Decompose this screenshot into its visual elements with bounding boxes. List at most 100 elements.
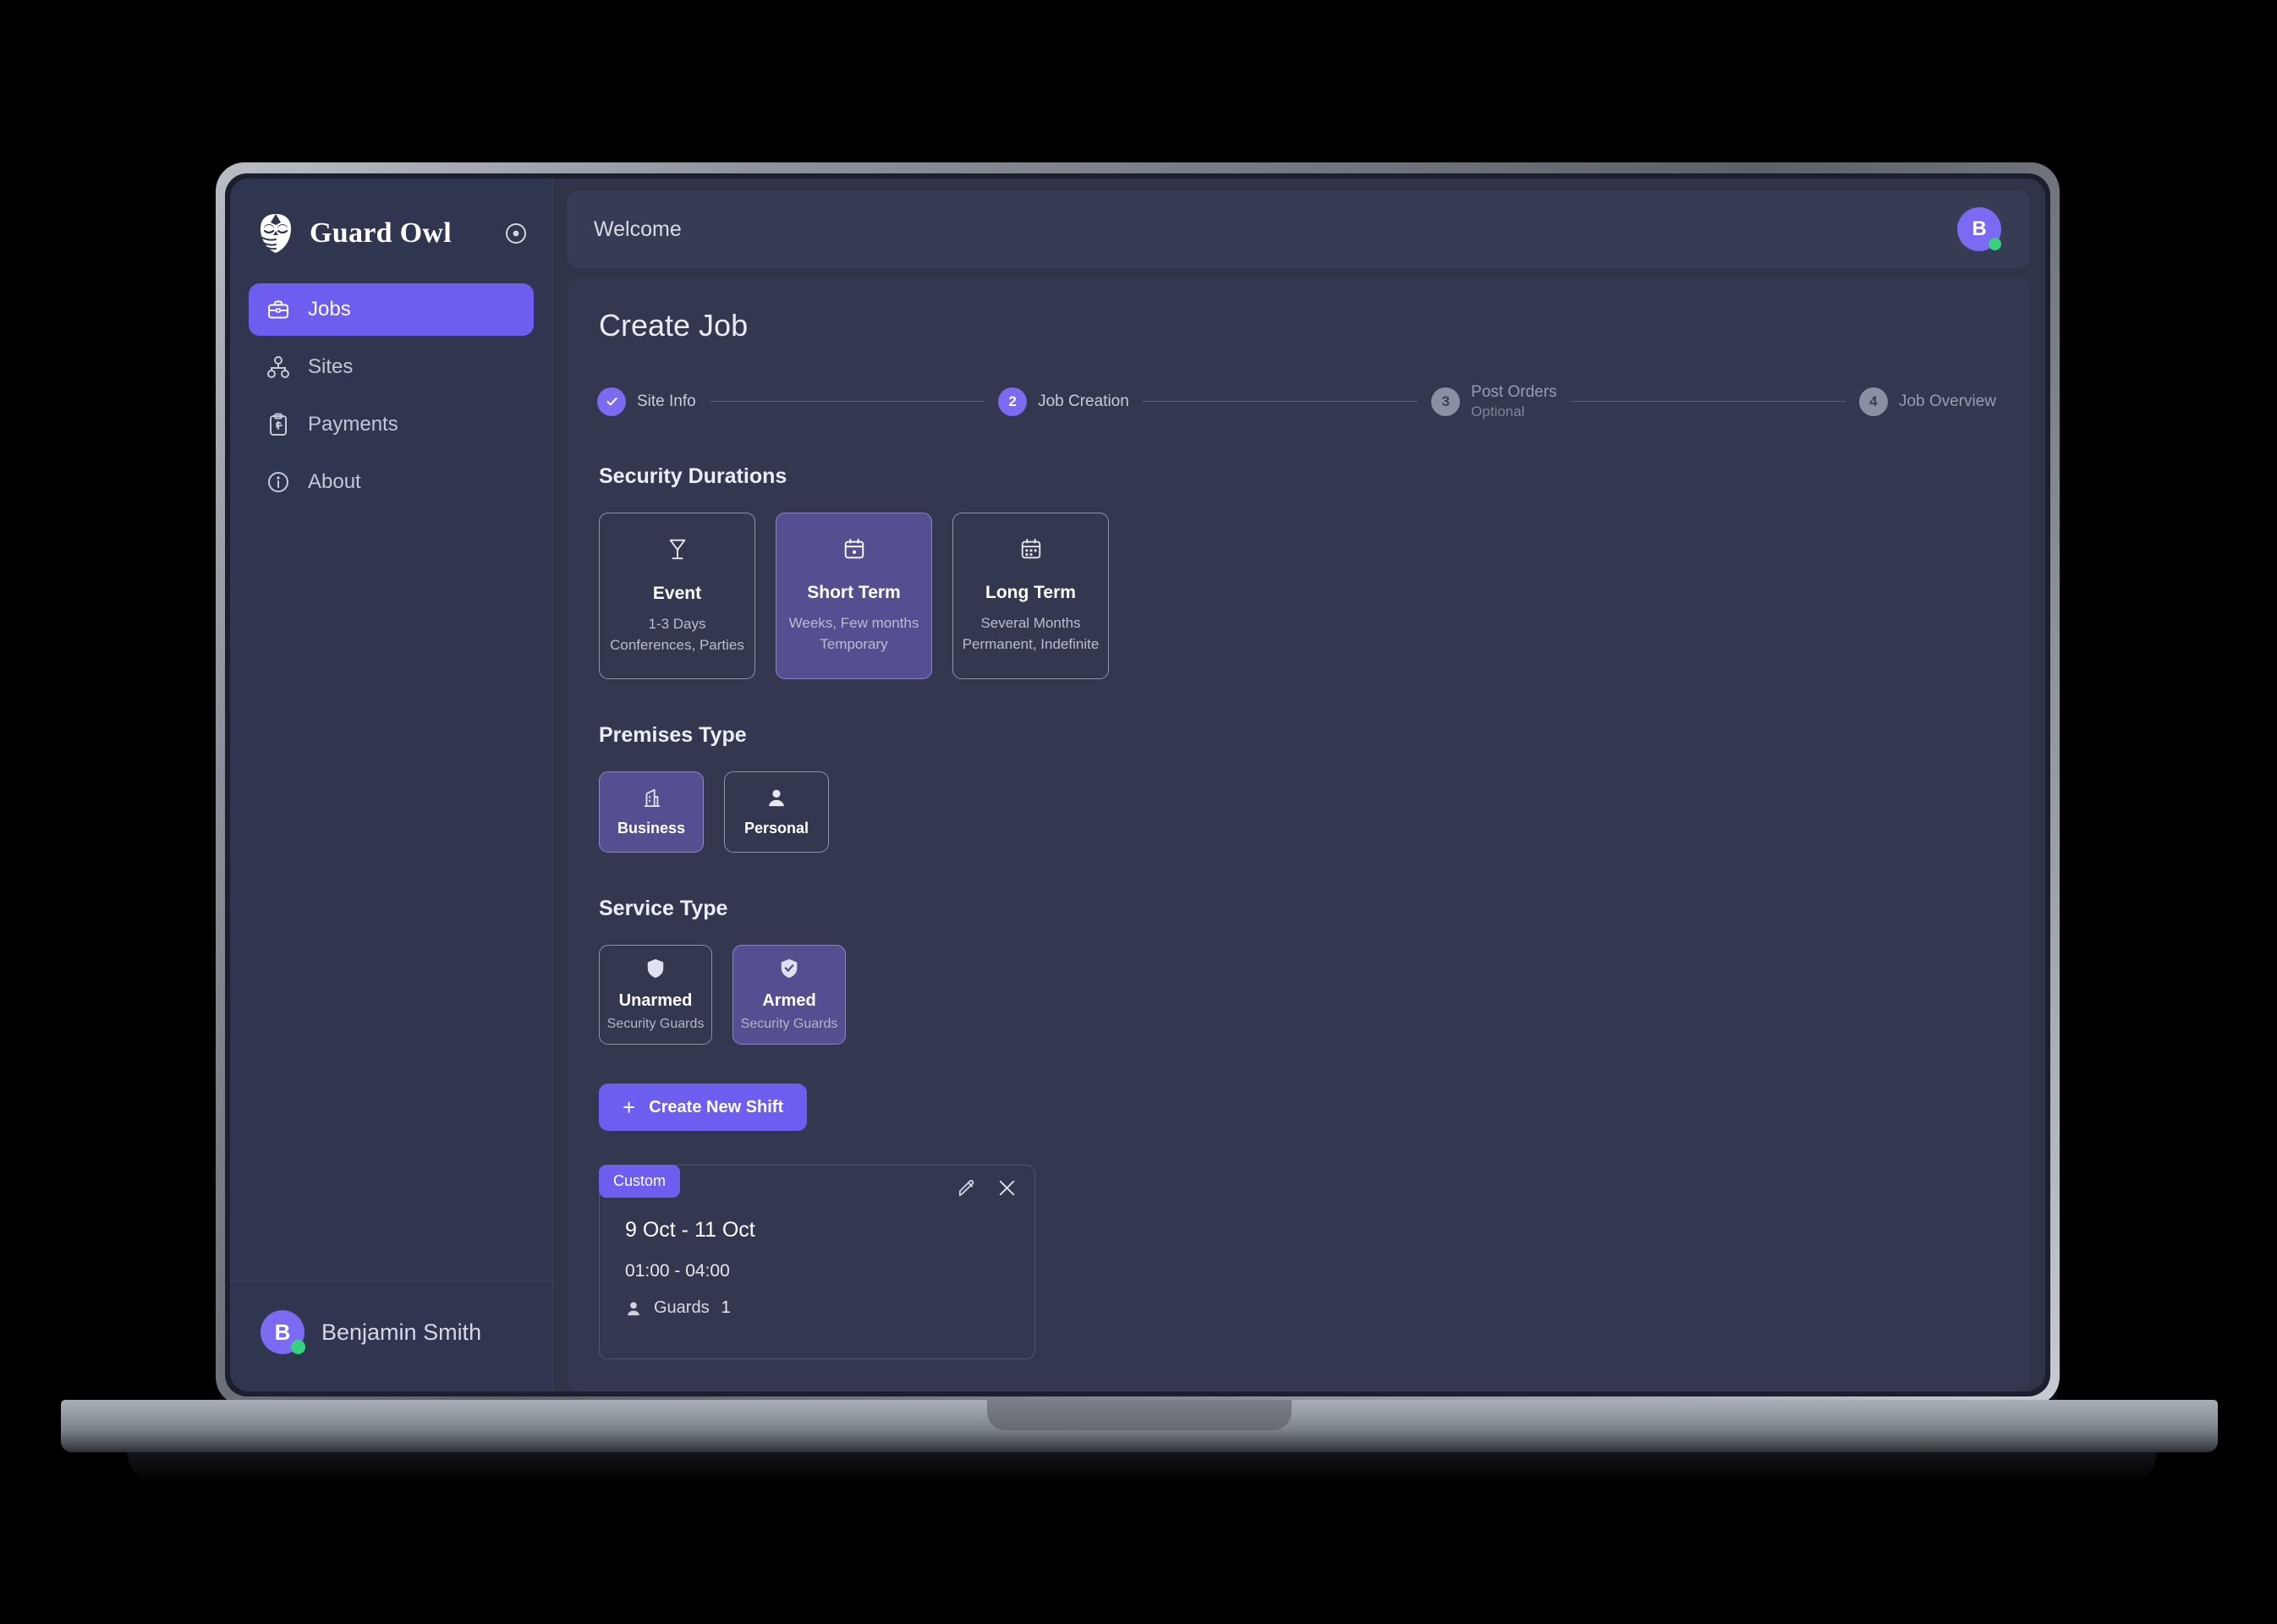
- sidebar-item-label: Payments: [308, 413, 398, 436]
- app-screen: Guard Owl Jobs Sites Payments About B Be…: [230, 178, 2045, 1391]
- step-site-info[interactable]: Site Info: [597, 387, 696, 416]
- duration-card-short-term[interactable]: Short Term Weeks, Few months Temporary: [776, 513, 932, 679]
- duration-card-line1: 1-3 Days: [648, 615, 706, 632]
- service-card-unarmed[interactable]: Unarmed Security Guards: [599, 945, 712, 1045]
- step-marker: 2: [998, 387, 1028, 416]
- owl-icon: [255, 212, 296, 255]
- step-connector: [1142, 401, 1418, 402]
- shield-check-icon: [779, 957, 799, 979]
- topbar-avatar[interactable]: B: [1957, 207, 2001, 251]
- step-sublabel: Optional: [1471, 403, 1525, 420]
- calendar-dot-icon: [842, 537, 866, 561]
- create-new-shift-label: Create New Shift: [649, 1097, 784, 1116]
- premises-type-options: Business Personal: [599, 771, 1998, 853]
- info-circle-icon: [266, 469, 291, 495]
- avatar-initial: B: [274, 1319, 291, 1345]
- service-type-section: Service Type Unarmed Security Guards Arm…: [567, 897, 2030, 1359]
- collapse-circle-icon[interactable]: [502, 219, 530, 248]
- sidebar: Guard Owl Jobs Sites Payments About B Be…: [230, 178, 553, 1391]
- premises-card-personal[interactable]: Personal: [724, 771, 829, 853]
- online-status-dot: [1989, 238, 2001, 250]
- service-type-options: Unarmed Security Guards Armed Security G…: [599, 945, 1998, 1045]
- duration-card-title: Long Term: [985, 582, 1076, 602]
- brand-header: Guard Owl: [230, 178, 552, 283]
- plus-icon: +: [623, 1095, 636, 1120]
- stepper: Site Info 2 Job Creation 3 Post Orders O…: [597, 382, 1996, 420]
- shift-guards: Guards 1: [625, 1298, 1034, 1318]
- content-panel: Create Job Site Info 2 Job Creation 3 Po…: [567, 277, 2030, 1391]
- service-card-sub: Security Guards: [740, 1017, 838, 1031]
- section-title: Service Type: [599, 897, 728, 920]
- sidebar-item-payments[interactable]: Payments: [249, 398, 534, 451]
- shift-time-range: 01:00 - 04:00: [625, 1261, 730, 1281]
- duration-card-event[interactable]: Event 1-3 Days Conferences, Parties: [599, 513, 755, 679]
- laptop-base: [61, 1400, 2218, 1452]
- service-card-title: Unarmed: [618, 991, 693, 1010]
- security-durations-options: Event 1-3 Days Conferences, Parties Shor…: [599, 513, 1998, 679]
- duration-card-title: Short Term: [807, 582, 901, 602]
- duration-card-line2: Conferences, Parties: [610, 636, 744, 653]
- duration-card-line1: Weeks, Few months: [788, 614, 919, 631]
- step-label: Site Info: [637, 392, 696, 410]
- step-label: Job Creation: [1038, 392, 1129, 410]
- step-connector: [1570, 401, 1846, 402]
- step-marker-check-icon: [597, 387, 626, 416]
- sidebar-nav: Jobs Sites Payments About: [230, 283, 552, 508]
- service-card-armed[interactable]: Armed Security Guards: [732, 945, 846, 1045]
- shift-card-actions: [957, 1177, 1018, 1199]
- laptop-lid: Guard Owl Jobs Sites Payments About B Be…: [216, 162, 2060, 1406]
- duration-card-line1: Several Months: [980, 614, 1081, 631]
- duration-card-line2: Permanent, Indefinite: [962, 635, 1100, 652]
- person-icon: [625, 1300, 642, 1317]
- step-marker: 4: [1858, 387, 1888, 416]
- main-area: Welcome B Create Job Site Info 2 Job Cre…: [553, 178, 2045, 1391]
- step-marker: 3: [1431, 387, 1461, 416]
- brand-name: Guard Owl: [310, 217, 453, 249]
- laptop-bezel: Guard Owl Jobs Sites Payments About B Be…: [225, 173, 2050, 1396]
- person-icon: [766, 787, 787, 808]
- edit-pencil-icon[interactable]: [957, 1177, 978, 1199]
- welcome-text: Welcome: [594, 217, 682, 241]
- premises-card-business[interactable]: Business: [599, 771, 704, 853]
- laptop-base-shadow: [127, 1449, 2157, 1484]
- avatar: B: [261, 1310, 305, 1354]
- page-title: Create Job: [599, 308, 749, 343]
- shift-card[interactable]: Custom 9 Oct - 11 Oct 01:00 - 04:00 Guar…: [599, 1165, 1035, 1359]
- duration-card-long-term[interactable]: Long Term Several Months Permanent, Inde…: [952, 513, 1109, 679]
- step-post-orders[interactable]: 3 Post Orders Optional: [1431, 382, 1557, 420]
- service-card-sub: Security Guards: [606, 1017, 705, 1031]
- duration-card-line2: Temporary: [820, 635, 888, 652]
- premises-card-title: Personal: [743, 819, 809, 837]
- sidebar-item-about[interactable]: About: [249, 456, 534, 508]
- premises-type-section: Premises Type Business Personal: [567, 723, 2030, 853]
- topbar: Welcome B: [567, 190, 2030, 268]
- create-new-shift-button[interactable]: + Create New Shift: [599, 1084, 808, 1131]
- sidebar-item-jobs[interactable]: Jobs: [249, 283, 534, 336]
- shift-guards-count: 1: [721, 1298, 731, 1317]
- avatar-initial: B: [1972, 217, 1987, 240]
- security-durations-section: Security Durations Event 1-3 Days Confer…: [567, 464, 2030, 679]
- close-x-icon[interactable]: [996, 1177, 1018, 1199]
- section-title: Premises Type: [599, 723, 747, 747]
- step-job-creation[interactable]: 2 Job Creation: [998, 387, 1129, 416]
- calendar-days-icon: [1019, 537, 1043, 561]
- service-card-title: Armed: [762, 991, 816, 1010]
- shift-date-range: 9 Oct - 11 Oct: [625, 1218, 755, 1242]
- duration-card-title: Event: [652, 583, 702, 603]
- step-label: Post Orders: [1471, 383, 1557, 401]
- online-status-dot: [291, 1340, 305, 1354]
- sitemap-icon: [266, 354, 291, 380]
- profile-name: Benjamin Smith: [321, 1319, 482, 1345]
- sidebar-profile[interactable]: B Benjamin Smith: [230, 1281, 552, 1391]
- section-title: Security Durations: [599, 464, 787, 488]
- step-label: Job Overview: [1898, 392, 1997, 410]
- sidebar-item-sites[interactable]: Sites: [249, 341, 534, 393]
- step-connector: [709, 401, 985, 402]
- sidebar-item-label: Jobs: [308, 298, 351, 321]
- shift-guards-label: Guards: [654, 1298, 710, 1317]
- cocktail-glass-icon: [666, 536, 689, 562]
- step-job-overview[interactable]: 4 Job Overview: [1858, 387, 1997, 416]
- briefcase-icon: [266, 297, 291, 322]
- premises-card-title: Business: [617, 819, 686, 837]
